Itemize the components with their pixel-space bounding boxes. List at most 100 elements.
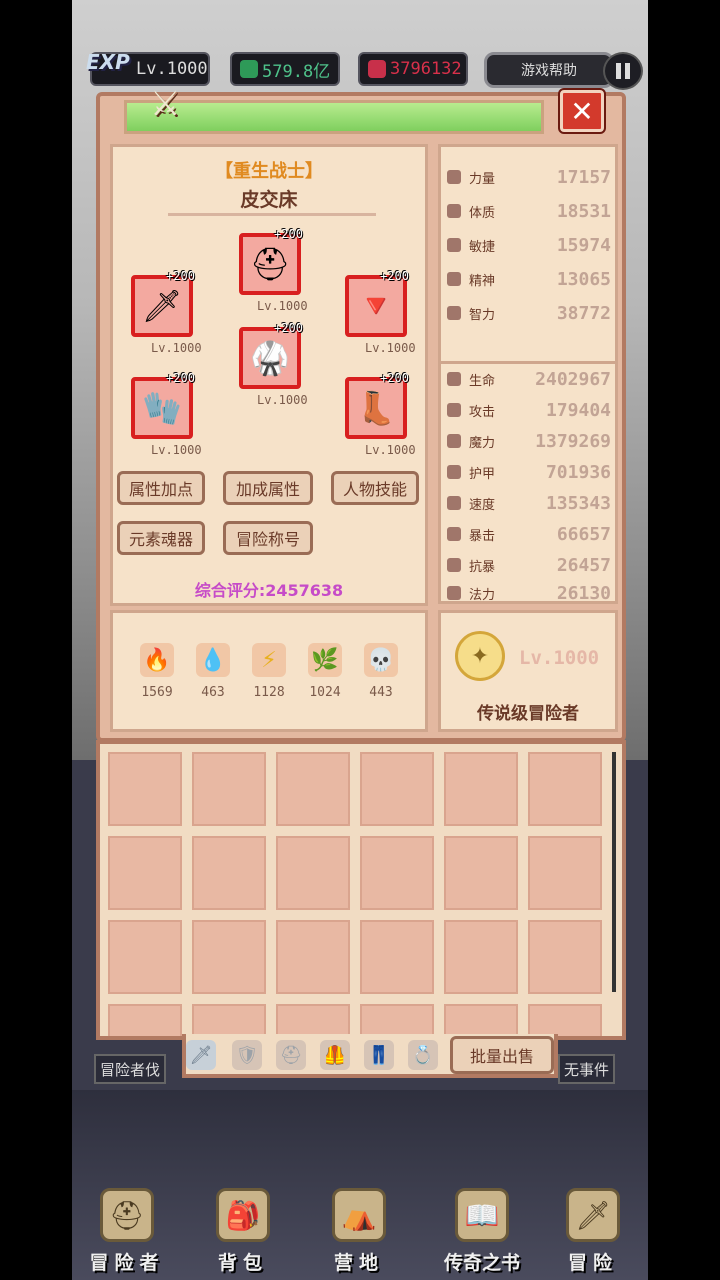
panel-title-strip bbox=[124, 100, 544, 134]
equip-level: Lv.1000 bbox=[151, 443, 202, 457]
stat-crit-resist: 抗暴 26457 bbox=[447, 551, 611, 579]
nav-backpack[interactable]: 🎒 背包 bbox=[188, 1180, 298, 1280]
armor-tab-icon[interactable]: 🦺 bbox=[320, 1040, 350, 1070]
overall-score: 综合评分:2457638 bbox=[194, 581, 344, 600]
rank-name: 传说级冒险者 bbox=[477, 704, 579, 724]
inventory-slot[interactable] bbox=[444, 752, 518, 826]
crit-resist-icon bbox=[447, 558, 461, 572]
inventory-slot[interactable] bbox=[192, 752, 266, 826]
inventory-slot[interactable] bbox=[528, 920, 602, 994]
nav-adventurer[interactable]: ⛑ 冒险者 bbox=[72, 1180, 182, 1280]
inventory-slot[interactable] bbox=[528, 836, 602, 910]
nav-camp[interactable]: ⛺ 营地 bbox=[304, 1180, 414, 1280]
weapon-tab-icon[interactable]: 🗡 bbox=[186, 1040, 216, 1070]
earth-icon: 🌿 bbox=[308, 643, 342, 677]
element-value: 443 bbox=[369, 685, 393, 700]
equip-level: Lv.1000 bbox=[365, 443, 416, 457]
nav-adventure[interactable]: 🗡 冒险 bbox=[538, 1180, 648, 1280]
inventory-slot[interactable] bbox=[444, 920, 518, 994]
equip-level: Lv.1000 bbox=[257, 299, 308, 313]
element-dark[interactable]: 💀 443 bbox=[361, 643, 401, 700]
character-title: 【重生战士】 bbox=[215, 161, 323, 182]
inventory-slot[interactable] bbox=[360, 920, 434, 994]
equip-slot-armor[interactable]: 🥋 +200 bbox=[239, 321, 303, 389]
element-earth[interactable]: 🌿 1024 bbox=[305, 643, 345, 700]
inventory-slot[interactable] bbox=[108, 1004, 182, 1036]
crossed-swords-icon: ⚔ bbox=[150, 84, 181, 124]
inventory-slot[interactable] bbox=[360, 752, 434, 826]
game-help-button[interactable]: 游戏帮助 bbox=[484, 52, 614, 88]
enhance-level: +200 bbox=[166, 269, 195, 283]
star-icon bbox=[447, 272, 461, 286]
adventure-title-button[interactable]: 冒险称号 bbox=[223, 521, 313, 555]
red-currency-value: 3796132 bbox=[390, 59, 462, 79]
inventory-slot[interactable] bbox=[444, 836, 518, 910]
fire-icon: 🔥 bbox=[140, 643, 174, 677]
inventory-slot[interactable] bbox=[360, 836, 434, 910]
element-lightning[interactable]: ⚡ 1128 bbox=[249, 643, 289, 700]
pause-button[interactable] bbox=[603, 52, 643, 90]
book-nav-icon: 📖 bbox=[455, 1188, 509, 1242]
element-value: 463 bbox=[201, 685, 225, 700]
helmet-icon: ⛑ bbox=[249, 245, 291, 283]
green-currency-pill: 579.8亿 bbox=[230, 52, 340, 86]
inventory-slot[interactable] bbox=[276, 836, 350, 910]
element-value: 1128 bbox=[253, 685, 285, 700]
enhance-level: +200 bbox=[274, 321, 303, 335]
strength-icon bbox=[447, 170, 461, 184]
name-divider bbox=[168, 213, 376, 216]
inventory-slot[interactable] bbox=[108, 836, 182, 910]
green-currency-value: 579.8亿 bbox=[262, 61, 331, 82]
game-screen: Lv.1000 EXP 579.8亿 3796132 游戏帮助 ⚔ ✕ 【重生战… bbox=[72, 0, 648, 1280]
stat-spirit: 精神 13065 bbox=[447, 265, 611, 293]
element-soul-button[interactable]: 元素魂器 bbox=[117, 521, 205, 555]
helmet-tab-icon[interactable]: ⛑ bbox=[276, 1040, 306, 1070]
star-icon bbox=[447, 586, 461, 600]
character-name: 皮交床 bbox=[240, 189, 298, 211]
pants-tab-icon[interactable]: 👖 bbox=[364, 1040, 394, 1070]
no-event-label[interactable]: 无事件 bbox=[558, 1054, 616, 1084]
inventory-slot[interactable] bbox=[528, 752, 602, 826]
bonus-attr-button[interactable]: 加成属性 bbox=[223, 471, 313, 505]
bottom-nav: ⛑ 冒险者 🎒 背包 ⛺ 营地 📖 传奇之书 🗡 冒险 bbox=[72, 1180, 648, 1280]
pause-icon bbox=[616, 63, 621, 79]
inventory-slot[interactable] bbox=[276, 752, 350, 826]
inventory-slot[interactable] bbox=[108, 920, 182, 994]
inventory-slot[interactable] bbox=[108, 752, 182, 826]
enhance-level: +200 bbox=[274, 227, 303, 241]
attr-points-button[interactable]: 属性加点 bbox=[117, 471, 205, 505]
nav-legend-book[interactable]: 📖 传奇之书 bbox=[422, 1180, 542, 1280]
red-gem-icon bbox=[368, 60, 386, 78]
shield-tab-icon[interactable]: 🛡 bbox=[232, 1040, 262, 1070]
close-button[interactable]: ✕ bbox=[560, 90, 604, 132]
backpack-nav-icon: 🎒 bbox=[216, 1188, 270, 1242]
equip-slot-helmet[interactable]: ⛑ +200 bbox=[239, 227, 303, 295]
inventory-slot[interactable] bbox=[192, 836, 266, 910]
armor-icon: 🥋 bbox=[250, 339, 290, 377]
element-water[interactable]: 💧 463 bbox=[193, 643, 233, 700]
equip-slot-gloves[interactable]: 🧤 +200 bbox=[131, 371, 195, 439]
heart-icon bbox=[447, 204, 461, 218]
stat-hp: 生命 2402967 bbox=[447, 365, 611, 393]
equip-slot-amulet[interactable]: 🔻 +200 bbox=[345, 269, 409, 337]
element-fire[interactable]: 🔥 1569 bbox=[137, 643, 177, 700]
rank-level: Lv.1000 bbox=[519, 647, 600, 669]
element-value: 1024 bbox=[309, 685, 341, 700]
skull-icon: 💀 bbox=[364, 643, 398, 677]
enhance-level: +200 bbox=[166, 371, 195, 385]
adventurer-log-label[interactable]: 冒险者伐 bbox=[94, 1054, 167, 1084]
enhance-level: +200 bbox=[380, 371, 409, 385]
character-box: 【重生战士】 皮交床 ⛑ +200 Lv.1000 🗡 +200 Lv.1000… bbox=[110, 144, 428, 606]
stat-crit: 暴击 66657 bbox=[447, 520, 611, 548]
inventory-scrollbar[interactable] bbox=[612, 752, 616, 992]
water-icon: 💧 bbox=[196, 643, 230, 677]
bulk-sell-button[interactable]: 批量出售 bbox=[450, 1036, 554, 1074]
ring-tab-icon[interactable]: 💍 bbox=[408, 1040, 438, 1070]
equip-slot-boots[interactable]: 👢 +200 bbox=[345, 371, 409, 439]
stat-constitution: 体质 18531 bbox=[447, 197, 611, 225]
equip-slot-weapon[interactable]: 🗡 +200 bbox=[131, 269, 195, 337]
char-skills-button[interactable]: 人物技能 bbox=[331, 471, 419, 505]
inventory-slot[interactable] bbox=[192, 920, 266, 994]
inventory-slot[interactable] bbox=[276, 920, 350, 994]
sword-icon bbox=[447, 403, 461, 417]
